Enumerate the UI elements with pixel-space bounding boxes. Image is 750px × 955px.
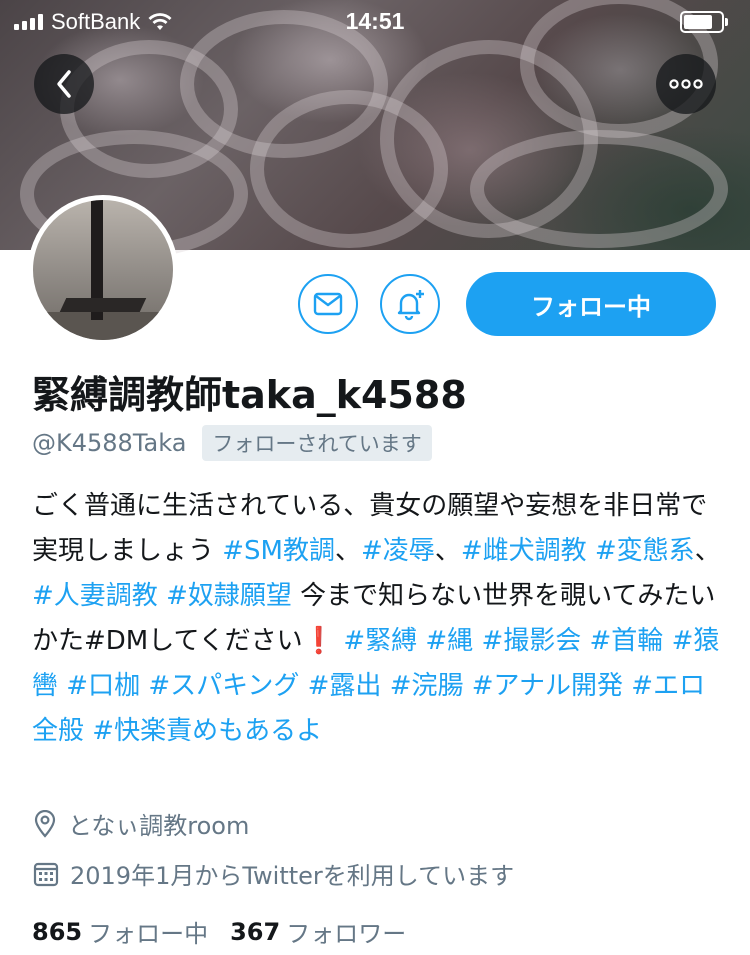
hashtag-link[interactable]: #浣腸 <box>390 671 464 701</box>
bio-separator: 、 <box>694 536 721 566</box>
bio-separator: 、 <box>434 536 461 566</box>
bio-separator <box>587 536 595 566</box>
exclamation-icon: ❗ <box>302 626 336 656</box>
hashtag-link[interactable]: #快楽責め <box>92 716 218 746</box>
bio-text-tail: もあるよ <box>218 716 323 746</box>
bio-separator <box>158 581 166 611</box>
following-count[interactable]: 865 <box>32 918 82 946</box>
bio-separator: 、 <box>335 536 362 566</box>
location-row: となぃ調教room <box>32 806 249 841</box>
hashtag-link[interactable]: #露出 <box>308 671 382 701</box>
hashtag-link[interactable]: #凌辱 <box>361 536 435 566</box>
joined-row: 2019年1月からTwitterを利用しています <box>32 856 514 891</box>
hashtag-link[interactable]: #首輪 <box>590 626 664 656</box>
more-dots-icon <box>669 79 703 89</box>
following-label[interactable]: フォロー中 <box>88 914 208 949</box>
hashtag-link[interactable]: #SM教調 <box>222 536 335 566</box>
hashtag-link[interactable]: #撮影会 <box>481 626 581 656</box>
notifications-button[interactable] <box>380 274 440 334</box>
followers-count[interactable]: 367 <box>230 918 280 946</box>
clock: 14:51 <box>345 8 405 34</box>
user-handle: @K4588Taka <box>32 429 187 457</box>
follow-stats: 865 フォロー中 367 フォロワー <box>32 914 428 949</box>
bell-plus-icon <box>397 290 424 321</box>
followers-label[interactable]: フォロワー <box>286 914 406 949</box>
hashtag-link[interactable]: #変態系 <box>595 536 695 566</box>
hashtag-link[interactable]: #縄 <box>425 626 473 656</box>
battery-icon <box>680 11 728 33</box>
follows-you-badge: フォローされています <box>202 425 432 461</box>
location-pin-icon <box>34 809 56 838</box>
more-options-button[interactable] <box>656 54 716 114</box>
display-name: 緊縛調教師taka_k4588 <box>32 373 467 417</box>
calendar-icon <box>33 862 59 886</box>
joined-text: 2019年1月からTwitterを利用しています <box>70 862 515 890</box>
back-button[interactable] <box>34 54 94 114</box>
hashtag-link[interactable]: #雌犬調教 <box>461 536 587 566</box>
profile-avatar[interactable] <box>28 195 178 345</box>
chevron-left-icon <box>57 70 71 98</box>
hashtag-link[interactable]: #奴隷願望 <box>166 581 292 611</box>
hashtag-link[interactable]: #スパキング <box>148 671 299 701</box>
hashtag-link[interactable]: #アナル開発 <box>472 671 623 701</box>
location-text: となぃ調教room <box>68 812 250 840</box>
status-bar: SoftBank 14:51 <box>0 0 750 42</box>
direct-message-button[interactable] <box>298 274 358 334</box>
hashtag-link[interactable]: #緊縛 <box>343 626 417 656</box>
mail-icon <box>313 292 343 316</box>
following-button[interactable]: フォロー中 <box>466 272 716 336</box>
hashtag-link[interactable]: #口枷 <box>66 671 140 701</box>
handle-row: @K4588Taka フォローされています <box>32 425 432 461</box>
profile-bio: ごく普通に生活されている、貴女の願望や妄想を非日常で実現しましょう #SM教調、… <box>32 484 722 754</box>
hashtag-link[interactable]: #人妻調教 <box>32 581 158 611</box>
